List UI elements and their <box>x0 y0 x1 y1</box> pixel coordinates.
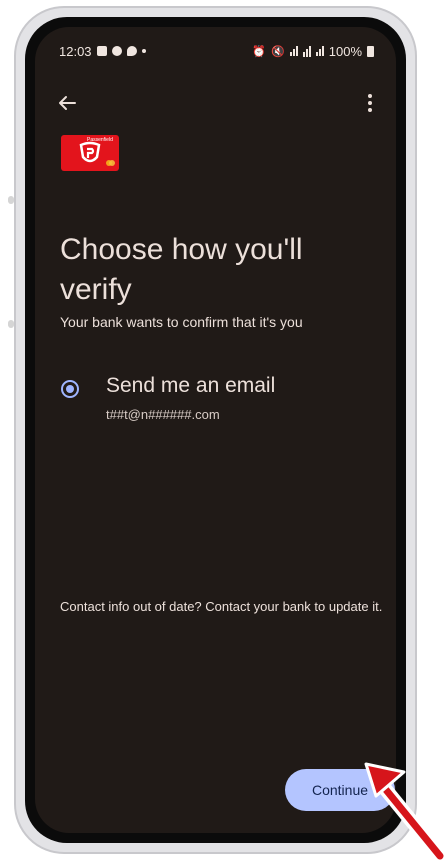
more-notifications-icon <box>141 49 146 53</box>
email-option-label: Send me an email <box>106 374 276 397</box>
battery-text: 100% <box>328 43 362 59</box>
gallery-notification-icon <box>96 46 107 56</box>
more-vert-icon-dot <box>368 101 372 105</box>
card-network-icon <box>106 160 115 166</box>
contact-note: Contact info out of date? Contact your b… <box>60 599 383 614</box>
status-left: 12:03 <box>59 44 146 59</box>
signal-2-icon <box>315 46 324 56</box>
more-vert-icon-dot <box>368 108 372 112</box>
battery-icon <box>367 45 374 57</box>
email-address: t##t@n######.com <box>106 407 220 422</box>
red-arrow-icon <box>364 762 447 860</box>
page-title: Choose how you'll verify <box>60 233 303 307</box>
arrow-back-icon <box>59 96 76 110</box>
phone-bezel: 12:03 ⏰ 🔇 100% Passenfield Choose how yo… <box>25 17 406 843</box>
signal-icon <box>289 46 298 56</box>
back-button[interactable] <box>53 89 81 117</box>
card-logo: Passenfield <box>61 135 119 171</box>
status-time: 12:03 <box>59 43 92 59</box>
status-bar: 12:03 ⏰ 🔇 100% <box>59 41 374 61</box>
email-radio[interactable] <box>61 380 79 398</box>
status-right: ⏰ 🔇 100% <box>252 44 374 59</box>
page-subtitle: Your bank wants to confirm that it's you <box>60 314 303 330</box>
more-options-button[interactable] <box>360 89 380 117</box>
app-notification-icon <box>111 46 122 56</box>
more-vert-icon <box>368 94 372 98</box>
mute-icon: 🔇 <box>271 45 285 58</box>
phone-screen: 12:03 ⏰ 🔇 100% Passenfield Choose how yo… <box>35 27 396 833</box>
alarm-icon: ⏰ <box>252 45 267 58</box>
message-notification-icon <box>126 46 137 56</box>
email-option[interactable]: Send me an email t##t@n######.com <box>61 372 391 432</box>
wifi-icon <box>302 45 311 57</box>
phone-frame: 12:03 ⏰ 🔇 100% Passenfield Choose how yo… <box>14 6 417 854</box>
